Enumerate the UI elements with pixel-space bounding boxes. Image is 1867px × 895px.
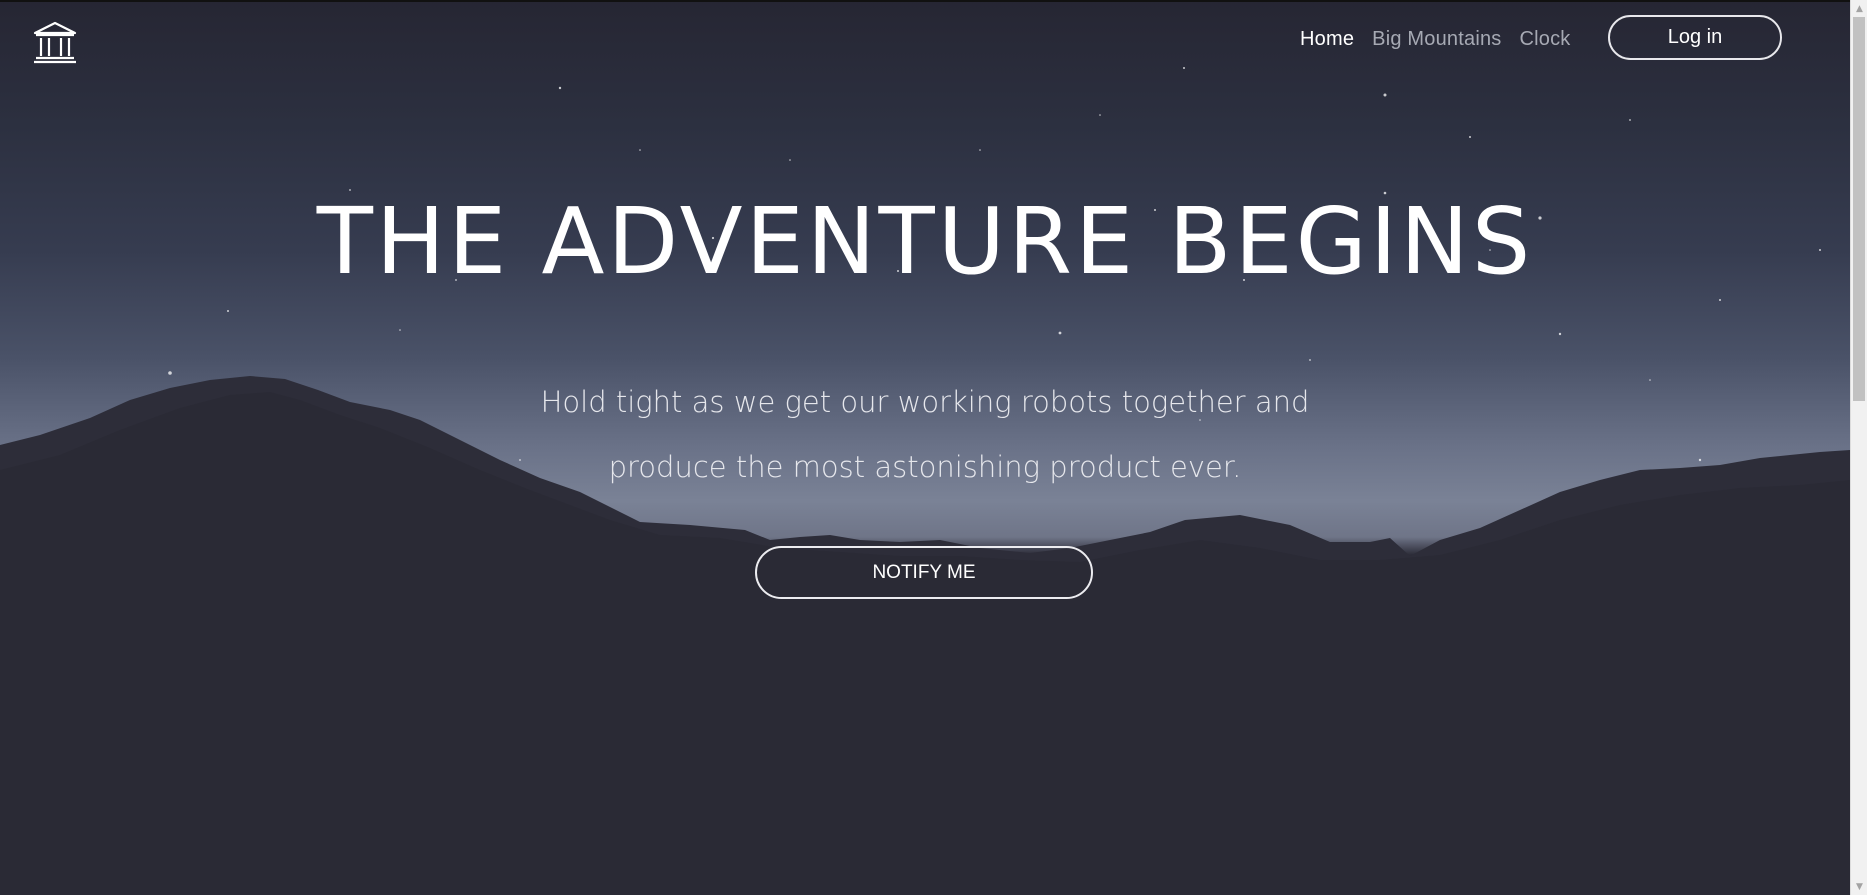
page: Home Big Mountains Clock Log in THE ADVE… xyxy=(0,0,1867,895)
vertical-scrollbar[interactable]: ▲ ▼ xyxy=(1850,0,1867,895)
hero-headline: THE ADVENTURE BEGINS xyxy=(316,188,1534,295)
nav-link-clock[interactable]: Clock xyxy=(1520,28,1571,51)
notify-me-button[interactable]: NOTIFY ME xyxy=(755,546,1093,599)
nav-link-big-mountains[interactable]: Big Mountains xyxy=(1372,28,1501,51)
scroll-down-arrow-icon[interactable]: ▼ xyxy=(1851,878,1867,895)
bank-building-icon[interactable] xyxy=(32,20,78,64)
nav-link-home[interactable]: Home xyxy=(1300,28,1354,51)
scroll-thumb[interactable] xyxy=(1853,17,1865,401)
scroll-up-arrow-icon[interactable]: ▲ xyxy=(1851,0,1867,17)
hero-subtitle-line-2: produce the most astonishing product eve… xyxy=(608,450,1242,484)
login-button[interactable]: Log in xyxy=(1608,15,1782,60)
hero-background: Home Big Mountains Clock Log in THE ADVE… xyxy=(0,0,1850,895)
hero-subtitle-line-1: Hold tight as we get our working robots … xyxy=(540,385,1310,419)
hero-subtitle: Hold tight as we get our working robots … xyxy=(0,370,1850,500)
main-nav: Home Big Mountains Clock xyxy=(1300,28,1571,51)
